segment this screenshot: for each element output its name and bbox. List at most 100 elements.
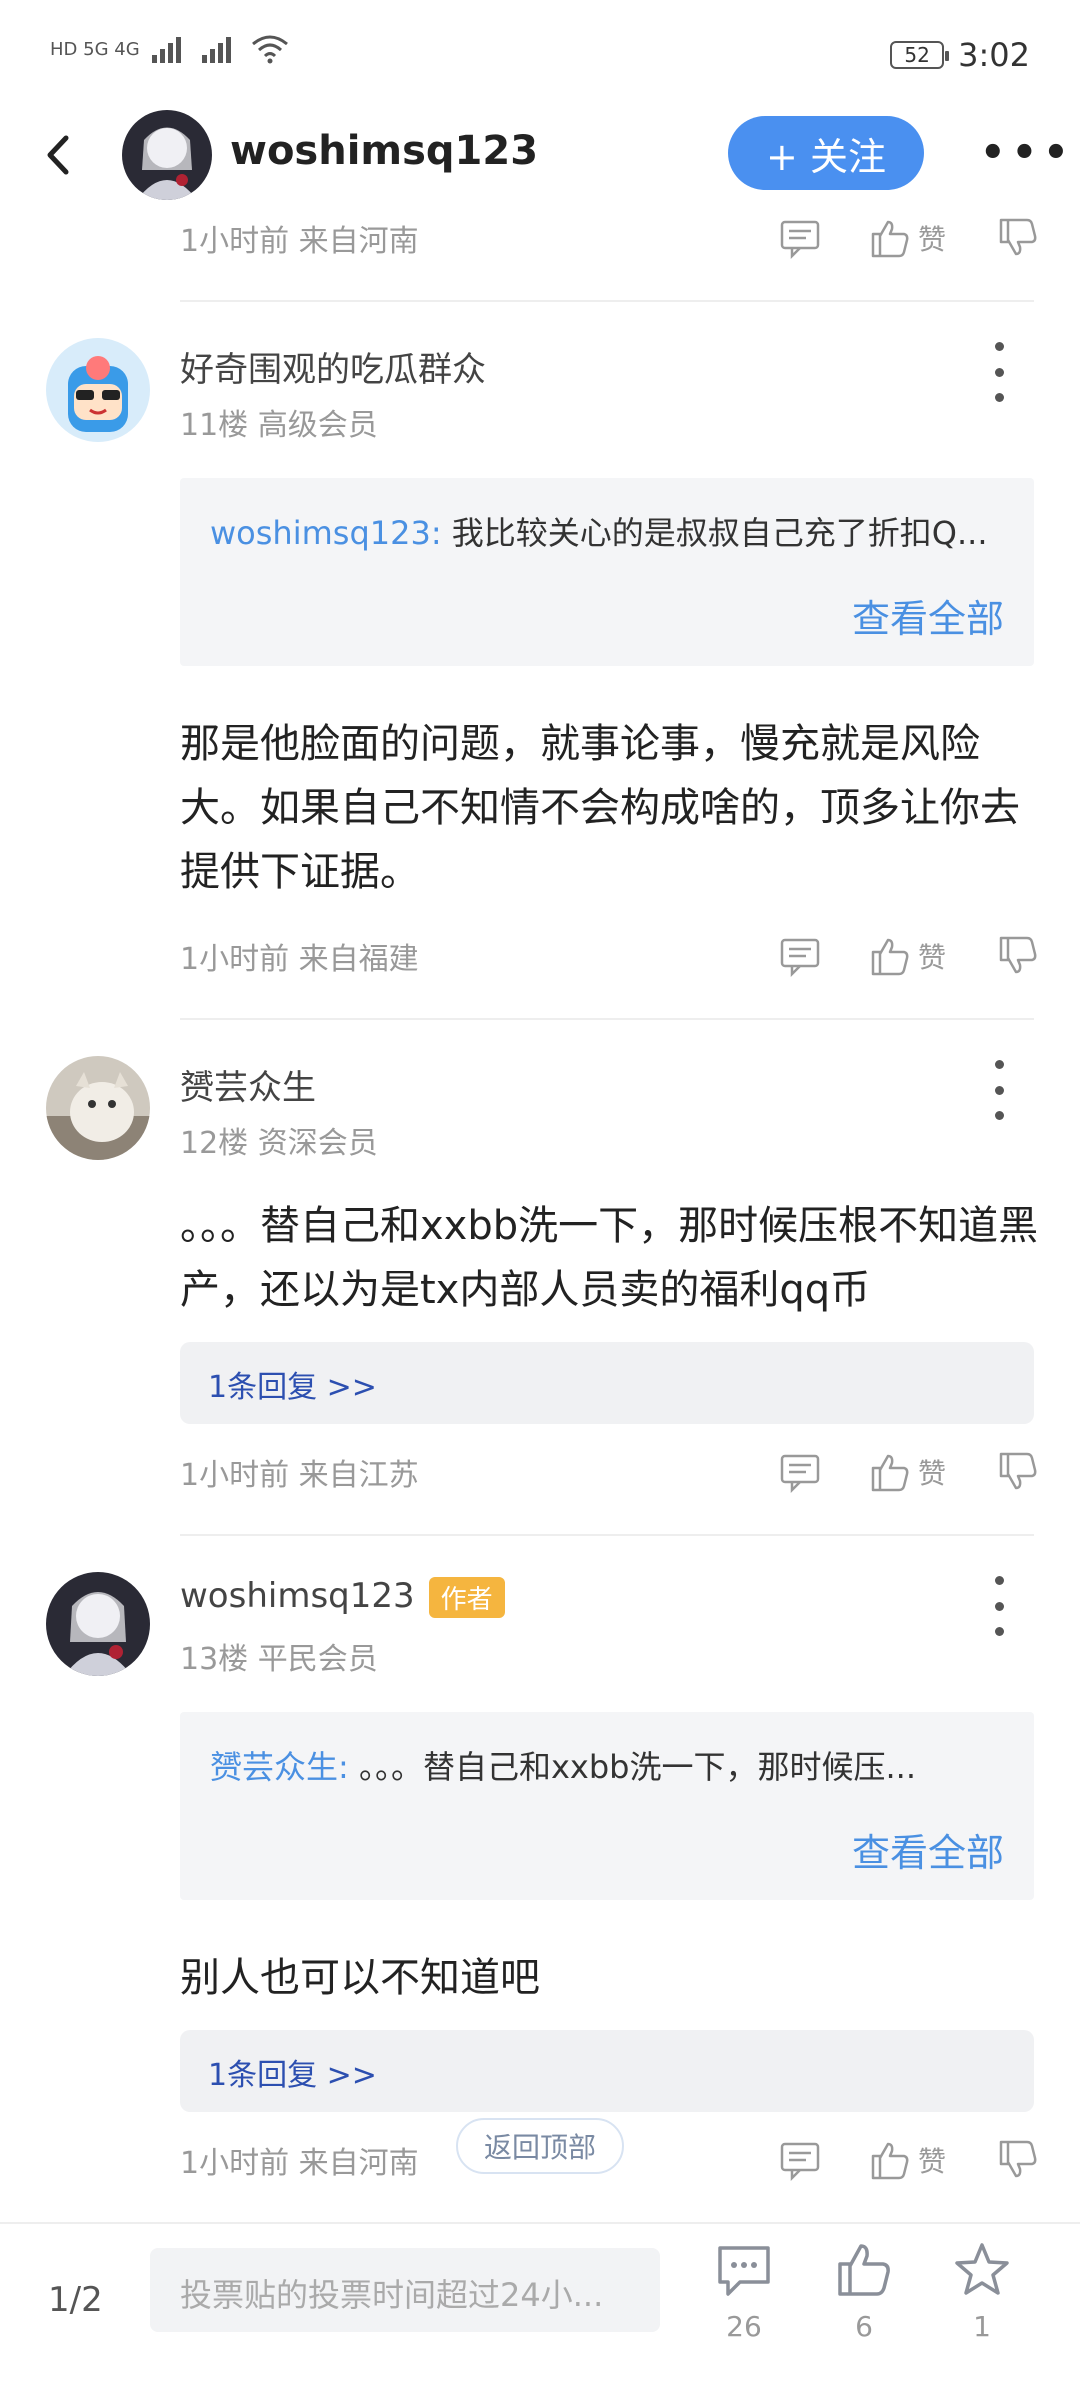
top-bar: woshimsq123 + 关注 ••• <box>0 100 1080 210</box>
view-all-link[interactable]: 查看全部 <box>852 588 1004 643</box>
back-to-top-button[interactable]: 返回顶部 <box>456 2118 624 2174</box>
dislike-button[interactable] <box>996 1450 1040 1494</box>
avatar-image <box>46 1056 150 1160</box>
network-indicators: HD 5G 4G <box>50 34 290 64</box>
comment-content: 那是他脸面的问题，就事论事，慢充就是风险大。如果自己不知情不会构成啥的，顶多让你… <box>180 721 1020 895</box>
avatar-image <box>122 110 212 200</box>
thumbs-down-icon <box>999 2140 1037 2178</box>
quoted-comment[interactable]: 赟芸众生: 。。。替自己和xxbb洗一下，那时候压... 查看全部 <box>180 1712 1034 1900</box>
like-button[interactable]: 赞 <box>868 216 946 260</box>
dislike-button[interactable] <box>996 934 1040 978</box>
like-label: 赞 <box>917 223 946 256</box>
post-meta: 1小时前 来自江苏 <box>180 1458 419 1493</box>
divider <box>180 300 1034 302</box>
commenter-name[interactable]: 赟芸众生 <box>180 1060 316 1109</box>
like-post-button[interactable]: 6 <box>824 2240 904 2343</box>
author-badge: 作者 <box>428 1577 505 1618</box>
like-button[interactable]: 赞 <box>868 2138 946 2182</box>
floor-level: 12楼 资深会员 <box>180 1126 378 1161</box>
comment-icon <box>780 938 820 978</box>
avatar[interactable] <box>122 110 212 200</box>
reply-count: 1条回复 >> <box>208 2058 377 2093</box>
comment-input[interactable]: 投票贴的投票时间超过24小... <box>150 2248 660 2332</box>
bottom-bar: 1/2 投票贴的投票时间超过24小... 26 6 1 <box>0 2222 1080 2388</box>
avatar[interactable] <box>46 1572 150 1676</box>
like-label: 赞 <box>917 2145 946 2178</box>
comment-more-icon[interactable] <box>984 1060 1014 1120</box>
comment-more-icon[interactable] <box>984 342 1014 402</box>
dislike-button[interactable] <box>996 216 1040 260</box>
network-label: HD 5G 4G <box>50 38 140 60</box>
more-options-icon[interactable]: ••• <box>980 130 1075 176</box>
quote-line: 赟芸众生: 。。。替自己和xxbb洗一下，那时候压... <box>210 1742 1010 1788</box>
like-label: 赞 <box>917 1457 946 1490</box>
thumbs-up-icon <box>871 938 909 976</box>
comment-more-icon[interactable] <box>984 1576 1014 1636</box>
follow-button[interactable]: + 关注 <box>728 116 924 190</box>
floor-level: 13楼 平民会员 <box>180 1642 378 1677</box>
star-icon <box>955 2243 1009 2295</box>
like-button[interactable]: 赞 <box>868 934 946 978</box>
clock: 3:02 <box>958 36 1030 74</box>
post-actions: 赞 <box>778 1442 1040 1502</box>
thumbs-up-icon <box>838 2244 890 2296</box>
thumbs-up-icon <box>871 1454 909 1492</box>
quote-text: 我比较关心的是叔叔自己充了折扣Q... <box>441 514 988 552</box>
quoted-comment[interactable]: woshimsq123: 我比较关心的是叔叔自己充了折扣Q... 查看全部 <box>180 478 1034 666</box>
back-button[interactable] <box>38 128 78 182</box>
signal-icon <box>151 37 181 63</box>
comment-content: 别人也可以不知道吧 <box>180 1955 540 2001</box>
commenter-name[interactable]: 好奇围观的吃瓜群众 <box>180 342 486 391</box>
favorite-button[interactable]: 1 <box>942 2240 1022 2343</box>
like-button[interactable]: 赞 <box>868 1450 946 1494</box>
favorite-count: 1 <box>973 2310 991 2343</box>
quote-text: 。。。替自己和xxbb洗一下，那时候压... <box>348 1748 916 1786</box>
status-bar: HD 5G 4G 52 3:02 <box>0 0 1080 110</box>
chevron-left-icon <box>47 135 69 175</box>
thumbs-up-icon <box>871 2142 909 2180</box>
post-meta-row: 1小时前 来自江苏 赞 <box>180 1442 1040 1502</box>
post-actions: 赞 <box>778 208 1040 268</box>
comment-icon <box>718 2246 770 2296</box>
reply-count: 1条回复 >> <box>208 1370 377 1405</box>
signal-icon <box>201 37 231 63</box>
avatar-image <box>46 338 150 442</box>
status-right: 52 3:02 <box>890 36 1030 74</box>
quote-line: woshimsq123: 我比较关心的是叔叔自己充了折扣Q... <box>210 508 1010 554</box>
avatar[interactable] <box>46 1056 150 1160</box>
commenter-name[interactable]: woshimsq123 <box>180 1576 415 1616</box>
comment-content: 。。。替自己和xxbb洗一下，那时候压根不知道黑产，还以为是tx内部人员卖的福利… <box>180 1203 1039 1313</box>
comment-button[interactable] <box>778 1450 822 1494</box>
thumbs-down-icon <box>999 218 1037 256</box>
thumbs-up-icon <box>871 220 909 258</box>
comment-button[interactable] <box>778 934 822 978</box>
post-meta: 1小时前 来自河南 <box>180 2146 419 2181</box>
comment-icon <box>780 220 820 260</box>
thumbs-down-icon <box>999 1452 1037 1490</box>
page-indicator[interactable]: 1/2 <box>48 2280 103 2320</box>
like-label: 赞 <box>917 941 946 974</box>
divider <box>180 1534 1034 1536</box>
view-all-link[interactable]: 查看全部 <box>852 1822 1004 1877</box>
post-actions: 赞 <box>778 2130 1040 2190</box>
comment-icon <box>780 2142 820 2182</box>
avatar[interactable] <box>46 338 150 442</box>
like-count: 6 <box>855 2310 873 2343</box>
reply-thread-link[interactable]: 1条回复 >> <box>180 2030 1034 2112</box>
reply-thread-link[interactable]: 1条回复 >> <box>180 1342 1034 1424</box>
comment-icon <box>780 1454 820 1494</box>
comment-count: 26 <box>726 2310 762 2343</box>
battery-icon: 52 <box>890 41 950 69</box>
post-meta-row: 1小时前 来自河南 赞 <box>180 208 1040 268</box>
thumbs-down-icon <box>999 936 1037 974</box>
post-actions: 赞 <box>778 926 1040 986</box>
post-meta-row: 1小时前 来自福建 赞 <box>180 926 1040 986</box>
thread-author-name[interactable]: woshimsq123 <box>230 128 538 174</box>
comment-button[interactable] <box>778 216 822 260</box>
dislike-button[interactable] <box>996 2138 1040 2182</box>
commenter-name-row: woshimsq123 作者 <box>180 1576 505 1618</box>
post-meta: 1小时前 来自福建 <box>180 942 419 977</box>
wifi-icon <box>251 35 288 64</box>
comments-button[interactable]: 26 <box>704 2240 784 2343</box>
comment-button[interactable] <box>778 2138 822 2182</box>
